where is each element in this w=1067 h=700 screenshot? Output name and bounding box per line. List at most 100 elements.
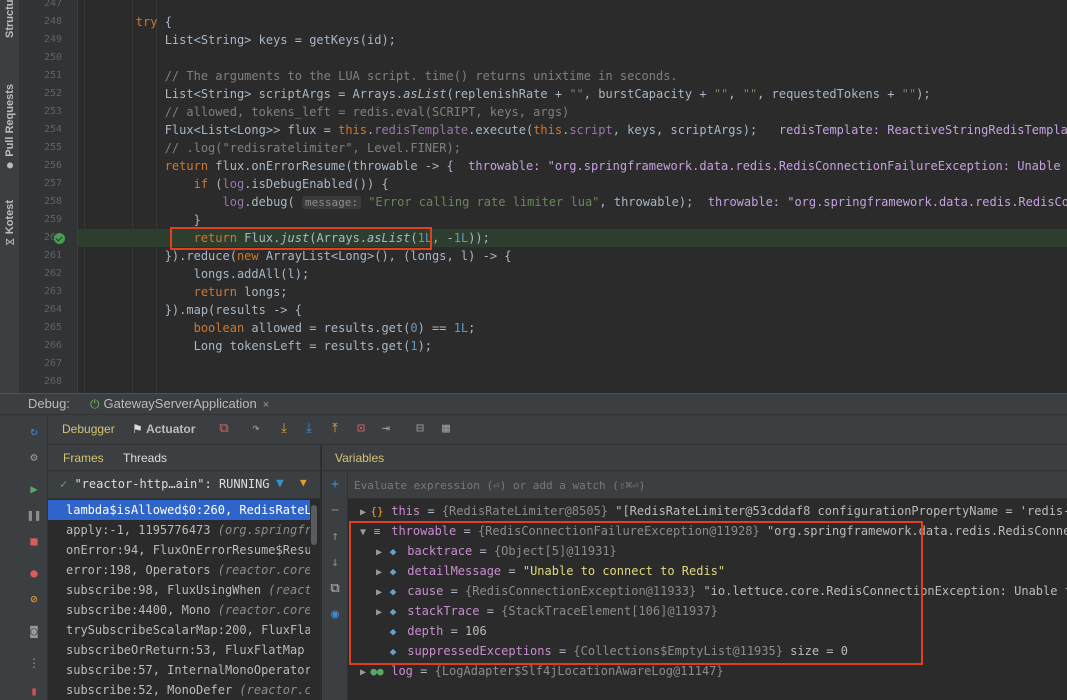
frame-item[interactable]: subscribe:52, MonoDefer (reactor.co	[48, 680, 310, 700]
remove-watch-icon[interactable]: −	[327, 503, 343, 519]
step-out-icon[interactable]: ⤒	[327, 421, 343, 437]
line-number: 258	[43, 196, 62, 207]
kotest-tab[interactable]: Kotest ⋈	[2, 200, 18, 248]
frame-method: apply:-1, 1195776473	[66, 523, 218, 537]
show-watches-icon[interactable]: ◉	[327, 607, 343, 623]
code-line-256: return flux.onErrorResume(throwable -> {…	[164, 159, 1061, 173]
debugger-toolbar: Debugger ⚑ Actuator ⧉ ↷ ⤓ ⤓ ⤒ ⊡ ⇥ ⊟ ▦	[48, 415, 1067, 445]
pull-requests-tab[interactable]: Pull Requests ●	[2, 84, 18, 171]
spring-boot-icon: ⏻	[90, 397, 100, 411]
move-up-icon[interactable]: ↑	[327, 529, 343, 545]
close-tab-icon[interactable]: ×	[263, 399, 269, 411]
evaluate-expression-icon[interactable]: ⊟	[412, 421, 428, 437]
frame-item[interactable]: subscribeOrReturn:53, FluxFlatMap (	[48, 640, 310, 660]
code-line-262: longs.addAll(l);	[78, 267, 310, 281]
rerun-icon[interactable]: ↻	[26, 423, 42, 439]
camera-icon[interactable]: ◙	[26, 623, 42, 639]
duplicate-watch-icon[interactable]: ⧉	[327, 581, 343, 597]
frame-method: onError:94, FluxOnErrorResume$Resum	[66, 543, 310, 557]
variables-title: Variables	[335, 451, 385, 465]
frame-item[interactable]: subscribe:4400, Mono (reactor.core.	[48, 600, 310, 620]
actuator-label: Actuator	[146, 422, 196, 436]
line-number: 249	[43, 34, 62, 45]
frames-tabs: Frames Threads	[48, 445, 320, 471]
force-step-into-icon[interactable]: ⤓	[301, 421, 317, 437]
line-number: 255	[43, 142, 62, 153]
frames-scrollbar[interactable]	[310, 501, 318, 699]
step-over-icon[interactable]: ↷	[248, 421, 264, 437]
step-into-icon[interactable]: ⤓	[276, 421, 292, 437]
frame-item[interactable]: subscribe:57, InternalMonoOperator	[48, 660, 310, 680]
thread-check-icon: ✓	[60, 477, 75, 491]
code-line-251: // The arguments to the LUA script. time…	[164, 69, 678, 83]
tab-debugger[interactable]: Debugger	[62, 422, 115, 436]
restore-layout-icon[interactable]: ⧉	[216, 421, 232, 437]
chevron-right-icon[interactable]: ▶	[356, 663, 370, 681]
line-number: 264	[43, 304, 62, 315]
line-number: 253	[43, 106, 62, 117]
frame-item[interactable]: onError:94, FluxOnErrorResume$Resum	[48, 540, 310, 560]
chevron-right-icon[interactable]: ▶	[356, 503, 370, 521]
frame-item[interactable]: lambda$isAllowed$0:260, RedisRateLi	[48, 500, 310, 520]
variable-name: log	[391, 664, 413, 678]
line-number: 263	[43, 286, 62, 297]
pin-icon[interactable]: ▮	[26, 683, 42, 699]
code-editor[interactable]: try { List<String> keys = getKeys(id); /…	[78, 0, 1067, 393]
frame-method: subscribeOrReturn:53, FluxFlatMap	[66, 643, 310, 657]
evaluate-expression-input[interactable]	[354, 475, 754, 495]
add-watch-icon[interactable]: +	[327, 477, 343, 493]
line-number: 257	[43, 178, 62, 189]
tab-threads[interactable]: Threads	[123, 451, 167, 465]
line-number: 262	[43, 268, 62, 279]
frame-package: (reactor.co	[239, 683, 310, 697]
run-config-name: GatewayServerApplication	[103, 396, 257, 411]
scrollbar-thumb[interactable]	[311, 505, 317, 545]
trace-icon[interactable]: ▦	[438, 421, 454, 437]
tab-actuator[interactable]: ⚑ Actuator	[132, 422, 195, 436]
kotest-icon: ⋈	[5, 237, 15, 249]
variable-row-this[interactable]: ▶{} this = {RedisRateLimiter@8505} "[Red…	[348, 501, 1067, 521]
resume-icon[interactable]: ▶	[26, 481, 42, 497]
thread-selector[interactable]: ✓ "reactor-http…ain": RUNNING ▼ ▼	[48, 471, 320, 499]
debug-tool-window-header: Debug: ⏻ GatewayServerApplication ×	[0, 393, 1067, 415]
frame-item[interactable]: apply:-1, 1195776473 (org.springfra	[48, 520, 310, 540]
frame-method: subscribe:57, InternalMonoOperator	[66, 663, 310, 677]
variable-name: this	[391, 504, 421, 518]
editor-gutter[interactable]: 247 248 249 250 251 252 253 254 255 256 …	[20, 0, 78, 393]
tab-frames[interactable]: Frames	[63, 451, 104, 465]
code-line-257: if (log.isDebugEnabled()) {	[193, 177, 389, 191]
code-line-253: // allowed, tokens_left = redis.eval(SCR…	[164, 105, 570, 119]
run-to-cursor-icon[interactable]: ⇥	[378, 421, 394, 437]
frame-method: subscribe:52, MonoDefer	[66, 683, 240, 697]
line-number: 266	[43, 340, 62, 351]
stop-icon[interactable]: ■	[26, 533, 42, 549]
settings-gear-icon[interactable]: ⚙	[26, 449, 42, 465]
frame-item[interactable]: subscribe:98, FluxUsingWhen (reacto	[48, 580, 310, 600]
frame-item[interactable]: error:198, Operators (reactor.core.	[48, 560, 310, 580]
line-number: 265	[43, 322, 62, 333]
line-number: 251	[43, 70, 62, 81]
thread-selector-value: ✓ "reactor-http…ain": RUNNING	[60, 477, 270, 491]
frames-panel: Frames Threads ✓ "reactor-http…ain": RUN…	[48, 445, 321, 700]
line-number: 267	[43, 358, 62, 369]
variables-side-toolbar: + − ↑ ↓ ⧉ ◉	[322, 471, 348, 700]
pause-icon[interactable]: ❚❚	[26, 507, 42, 523]
view-breakpoints-icon[interactable]: ●	[26, 565, 42, 581]
move-down-icon[interactable]: ↓	[327, 555, 343, 571]
filter-icon[interactable]: ▼	[276, 476, 284, 491]
drop-frame-icon[interactable]: ⊡	[353, 421, 369, 437]
frame-item[interactable]: trySubscribeScalarMap:200, FluxFlat	[48, 620, 310, 640]
chevron-down-icon[interactable]: ▼	[300, 476, 307, 489]
more-icon[interactable]: ⋮	[26, 655, 42, 671]
line-number: 254	[43, 124, 62, 135]
frame-method: subscribe:4400, Mono	[66, 603, 218, 617]
throwable-highlight-box	[349, 521, 923, 665]
breakpoint-check-icon[interactable]	[54, 233, 65, 244]
line-number: 261	[43, 250, 62, 261]
structure-tab[interactable]: Structure	[2, 0, 18, 38]
line-number: 259	[43, 214, 62, 225]
mute-breakpoints-icon[interactable]: ⊘	[26, 591, 42, 607]
structure-tab-label: Structure	[4, 0, 16, 38]
run-config-tab[interactable]: ⏻ GatewayServerApplication ×	[90, 396, 269, 412]
pull-requests-tab-label: Pull Requests	[4, 84, 16, 157]
